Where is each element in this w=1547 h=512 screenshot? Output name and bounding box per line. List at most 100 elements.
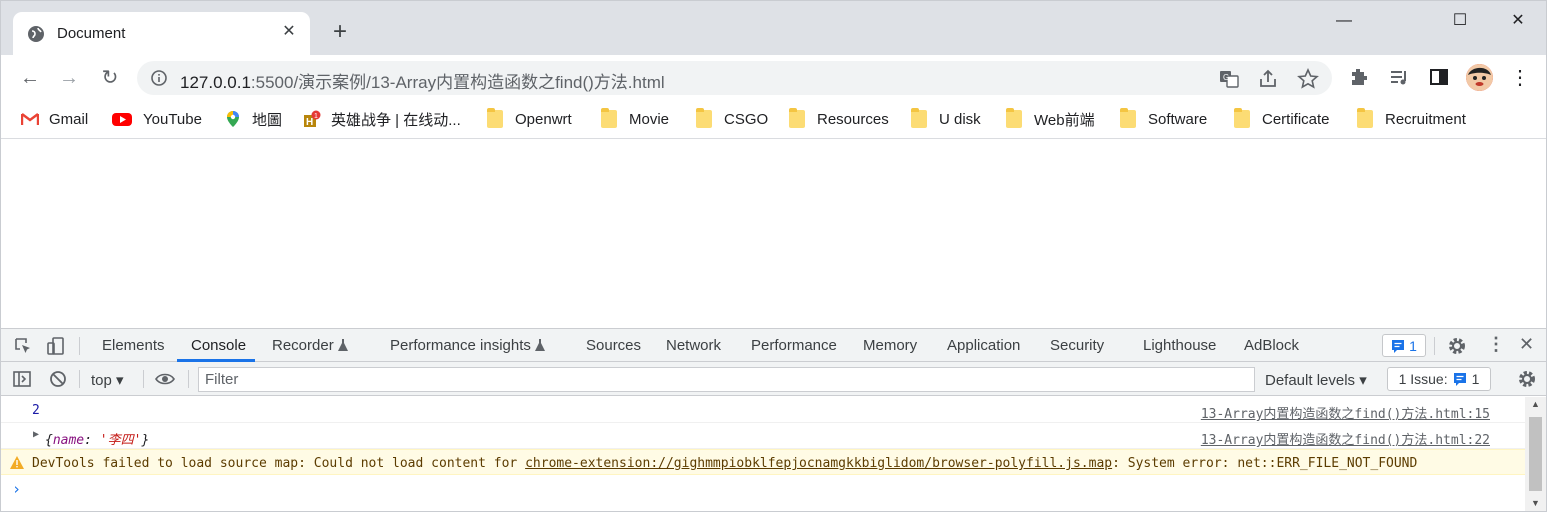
bookmark-folder-udisk[interactable]: U disk (911, 108, 981, 130)
divider (188, 370, 189, 388)
maximize-icon[interactable]: ☐ (1440, 9, 1480, 33)
svg-text:H: H (306, 117, 313, 128)
close-window-icon[interactable]: ✕ (1498, 9, 1538, 33)
divider (79, 337, 80, 355)
translate-icon[interactable]: G (1218, 68, 1240, 90)
devtools-menu-icon[interactable]: ⋮ (1487, 334, 1505, 355)
tab-network[interactable]: Network (666, 337, 721, 354)
issues-button-label: 1 Issue: (1398, 371, 1448, 387)
console-row: ▶ {name: '李四'} 13-Array内置构造函数之find()方法.h… (1, 423, 1526, 449)
console-settings-icon[interactable] (1517, 369, 1537, 389)
warning-suffix: : System error: net::ERR_FILE_NOT_FOUND (1112, 456, 1418, 471)
sidebar-toggle-icon[interactable] (12, 369, 32, 389)
menu-kebab-icon[interactable]: ⋮ (1505, 63, 1535, 93)
tab-close-icon[interactable]: ✕ (278, 21, 300, 43)
console-prompt-row[interactable]: › (1, 476, 1526, 502)
back-icon[interactable]: ← (15, 63, 45, 93)
issues-button[interactable]: 1 Issue: 1 (1387, 367, 1491, 391)
scrollbar-thumb[interactable] (1529, 417, 1542, 491)
extensions-icon[interactable] (1348, 66, 1370, 88)
devtools-panel: Elements Console Recorder Performance in… (1, 328, 1546, 511)
bookmark-folder-movie[interactable]: Movie (601, 108, 669, 130)
reload-icon[interactable]: ↻ (95, 63, 125, 93)
bookmark-star-icon[interactable] (1297, 68, 1319, 90)
svg-text:1: 1 (314, 113, 318, 120)
tab-elements[interactable]: Elements (102, 337, 165, 354)
bookmark-label: CSGO (724, 110, 769, 128)
url-text[interactable]: 127.0.0.1:5500/演示案例/13-Array内置构造函数之find(… (180, 68, 665, 93)
share-icon[interactable] (1257, 68, 1279, 90)
expand-triangle-icon[interactable]: ▶ (33, 429, 39, 440)
side-panel-icon[interactable] (1428, 66, 1450, 88)
bookmark-label: U disk (939, 110, 981, 128)
filter-input[interactable]: Filter (198, 367, 1255, 392)
device-toolbar-icon[interactable] (46, 336, 66, 356)
tab-application[interactable]: Application (947, 337, 1020, 354)
issues-button-count: 1 (1471, 371, 1480, 387)
object-key: name (52, 433, 85, 448)
prompt-chevron-icon: › (12, 480, 22, 498)
folder-icon (789, 108, 805, 128)
game-icon: H1 (304, 110, 321, 128)
tab-performance[interactable]: Performance (751, 337, 837, 354)
avatar[interactable] (1466, 64, 1493, 91)
console-object[interactable]: {name: '李四'} (45, 429, 149, 448)
svg-text:G: G (1223, 73, 1229, 82)
bookmark-folder-web[interactable]: Web前端 (1006, 108, 1095, 130)
bookmark-folder-software[interactable]: Software (1120, 108, 1207, 130)
issues-badge-count: 1 (1409, 337, 1417, 354)
message-icon (1392, 339, 1405, 353)
bookmark-maps[interactable]: 地圖 (224, 108, 282, 130)
info-icon[interactable] (151, 70, 167, 86)
bookmark-folder-csgo[interactable]: CSGO (696, 108, 768, 130)
bookmark-folder-openwrt[interactable]: Openwrt (487, 108, 572, 130)
scroll-down-icon[interactable]: ▼ (1531, 498, 1540, 508)
scroll-up-icon[interactable]: ▲ (1531, 399, 1540, 409)
tab-sources[interactable]: Sources (586, 337, 641, 354)
flask-icon (338, 339, 348, 351)
tab-recorder[interactable]: Recorder (272, 337, 334, 354)
bookmark-label: Web前端 (1034, 111, 1095, 129)
tab-title: Document (57, 25, 126, 42)
flask-icon (535, 339, 545, 351)
maps-icon (227, 111, 239, 127)
source-link[interactable]: 13-Array内置构造函数之find()方法.html:22 (1201, 429, 1490, 448)
url-path: :5500/演示案例/13-Array内置构造函数之find()方法.html (250, 73, 665, 92)
address-bar[interactable]: 127.0.0.1:5500/演示案例/13-Array内置构造函数之find(… (137, 61, 1332, 95)
bookmark-gmail[interactable]: Gmail (21, 108, 88, 130)
tab-performance-insights[interactable]: Performance insights (390, 337, 531, 354)
tab-console[interactable]: Console (191, 337, 246, 354)
settings-gear-icon[interactable] (1447, 336, 1467, 356)
context-label: top (91, 372, 112, 389)
bookmark-game[interactable]: H1 英雄战争 | 在线动... (303, 108, 461, 130)
source-link[interactable]: 13-Array内置构造函数之find()方法.html:15 (1201, 403, 1490, 422)
issues-badge[interactable]: 1 (1382, 334, 1426, 357)
bookmark-folder-resources[interactable]: Resources (789, 108, 889, 130)
divider (79, 370, 80, 388)
bookmark-folder-certificate[interactable]: Certificate (1234, 108, 1330, 130)
inspect-element-icon[interactable] (13, 336, 33, 356)
bookmark-label: Gmail (49, 110, 89, 128)
tab-security[interactable]: Security (1050, 337, 1104, 354)
context-selector[interactable]: top ▾ (91, 371, 124, 389)
bookmark-label: Software (1148, 110, 1208, 128)
minimize-icon[interactable]: — (1324, 9, 1364, 33)
log-levels-dropdown[interactable]: Default levels ▾ (1265, 371, 1367, 389)
media-control-icon[interactable] (1388, 66, 1410, 88)
bookmark-label: Certificate (1262, 110, 1330, 128)
url-host: 127.0.0.1 (180, 73, 251, 92)
warning-link[interactable]: chrome-extension://gighmmpiobklfepjocnam… (525, 456, 1112, 471)
bookmark-folder-recruitment[interactable]: Recruitment (1357, 108, 1466, 130)
bookmark-youtube[interactable]: YouTube (111, 108, 202, 130)
clear-console-icon[interactable] (48, 369, 68, 389)
console-scrollbar[interactable]: ▲ ▼ (1525, 397, 1546, 511)
new-tab-icon[interactable]: + (327, 20, 353, 46)
tab-memory[interactable]: Memory (863, 337, 917, 354)
tab-lighthouse[interactable]: Lighthouse (1143, 337, 1216, 354)
eye-icon[interactable] (155, 369, 175, 389)
tab-adblock[interactable]: AdBlock (1244, 337, 1299, 354)
forward-icon[interactable]: → (54, 63, 84, 93)
browser-tab[interactable]: Document ✕ (13, 12, 310, 55)
close-devtools-icon[interactable]: ✕ (1519, 334, 1534, 355)
object-value: '李四' (99, 433, 142, 448)
